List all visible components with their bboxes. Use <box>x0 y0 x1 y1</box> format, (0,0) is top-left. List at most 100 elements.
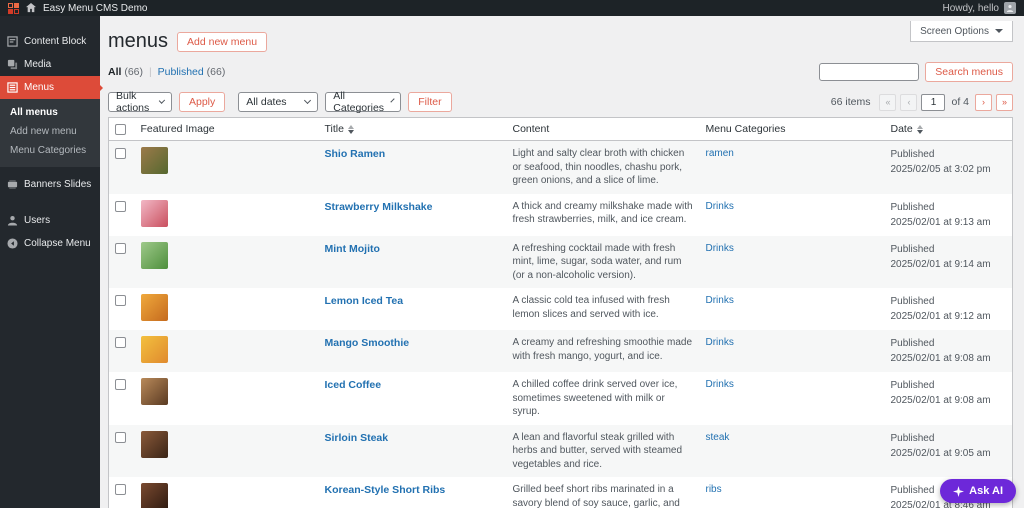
row-checkbox[interactable] <box>115 200 126 212</box>
menus-table: Featured Image Title Content Menu Catego… <box>108 117 1013 508</box>
row-checkbox[interactable] <box>115 379 126 390</box>
status-text: Published <box>890 296 935 307</box>
menu-category-link[interactable]: Drinks <box>706 243 734 254</box>
all-dates-select[interactable]: All dates <box>238 92 319 112</box>
table-row: Korean-Style Short Ribs Grilled beef sho… <box>109 477 1013 508</box>
content-block-icon <box>7 36 18 47</box>
date-text: 2025/02/01 at 9:08 am <box>890 395 991 406</box>
menu-category-link[interactable]: Drinks <box>706 337 734 348</box>
featured-image-thumb[interactable] <box>140 378 168 405</box>
pagination: 66 items « ‹ of 4 › » <box>831 93 1013 111</box>
main-content: Screen Options menus Add new menu All (6… <box>100 16 1024 508</box>
first-page-button[interactable]: « <box>879 93 897 111</box>
home-icon[interactable] <box>26 3 36 13</box>
menu-category-link[interactable]: ribs <box>706 484 722 495</box>
sidebar-item-banners-slides[interactable]: Banners Slides <box>0 173 100 196</box>
menu-title-link[interactable]: Mango Smoothie <box>325 337 410 349</box>
bulk-actions-select[interactable]: Bulk actions <box>108 90 172 114</box>
sidebar-item-label: Users <box>24 215 51 226</box>
sidebar-item-label: Collapse Menu <box>24 238 91 249</box>
menu-category-link[interactable]: Drinks <box>706 201 734 212</box>
menu-title-link[interactable]: Lemon Iced Tea <box>325 295 404 307</box>
featured-image-thumb[interactable] <box>140 483 168 508</box>
sidebar-item-menus[interactable]: Menus <box>0 76 103 99</box>
row-checkbox[interactable] <box>115 295 126 306</box>
view-published-count: (66) <box>206 66 226 78</box>
last-page-button[interactable]: » <box>996 93 1013 111</box>
menu-category-link[interactable]: steak <box>706 432 730 443</box>
featured-image-thumb[interactable] <box>140 294 168 321</box>
submenu-item-add-new-menu[interactable]: Add new menu <box>0 122 100 141</box>
site-logo-icon[interactable] <box>8 2 19 14</box>
menu-category-link[interactable]: ramen <box>706 148 734 159</box>
submenu-item-all-menus[interactable]: All menus <box>0 103 100 122</box>
menu-content-text: A chilled coffee drink served over ice, … <box>512 379 678 417</box>
screen-options-button[interactable]: Screen Options <box>910 21 1013 42</box>
sidebar-item-content-block[interactable]: Content Block <box>0 30 100 53</box>
row-checkbox[interactable] <box>115 484 126 495</box>
site-name-link[interactable]: Easy Menu CMS Demo <box>43 3 147 14</box>
view-published-link[interactable]: Published <box>158 66 204 78</box>
ask-ai-label: Ask AI <box>969 485 1003 497</box>
page-title: menus <box>108 30 169 52</box>
previous-page-button[interactable]: ‹ <box>900 93 918 111</box>
sidebar-item-label: Media <box>24 59 52 70</box>
row-checkbox[interactable] <box>115 148 126 159</box>
featured-image-thumb[interactable] <box>140 241 168 269</box>
row-checkbox[interactable] <box>115 242 126 254</box>
status-text: Published <box>890 243 935 255</box>
table-row: Lemon Iced Tea A classic cold tea infuse… <box>109 288 1013 330</box>
current-page-input[interactable] <box>921 93 946 111</box>
users-icon <box>7 215 18 226</box>
apply-button[interactable]: Apply <box>179 92 226 112</box>
admin-sidebar: Content Block Media Menus All menus Add … <box>0 16 103 508</box>
sparkle-icon <box>953 485 965 497</box>
row-checkbox[interactable] <box>115 431 126 443</box>
all-categories-label: All Categories <box>333 90 385 114</box>
select-all-checkbox[interactable] <box>115 124 126 135</box>
menu-title-link[interactable]: Shio Ramen <box>325 148 386 160</box>
menu-title-link[interactable]: Iced Coffee <box>325 379 382 391</box>
chevron-down-icon <box>304 96 312 105</box>
banners-slides-icon <box>7 179 18 190</box>
menu-title-link[interactable]: Mint Mojito <box>325 243 380 255</box>
featured-image-thumb[interactable] <box>140 199 168 227</box>
next-page-button[interactable]: › <box>975 93 992 111</box>
search-menus-button[interactable]: Search menus <box>925 62 1013 82</box>
menu-content-text: A lean and flavorful steak grilled with … <box>512 431 683 470</box>
menu-title-link[interactable]: Sirloin Steak <box>325 432 389 444</box>
date-text: 2025/02/01 at 9:14 am <box>890 258 991 270</box>
row-checkbox[interactable] <box>115 337 126 348</box>
chevron-down-icon <box>159 97 166 104</box>
filter-button[interactable]: Filter <box>408 92 452 112</box>
sidebar-item-collapse-menu[interactable]: Collapse Menu <box>0 232 100 255</box>
featured-image-thumb[interactable] <box>140 336 168 363</box>
status-text: Published <box>890 432 935 444</box>
view-all-link[interactable]: All <box>108 66 121 78</box>
column-header-content: Content <box>506 117 700 141</box>
user-avatar[interactable] <box>1004 2 1016 14</box>
search-input[interactable] <box>819 63 920 81</box>
menu-category-link[interactable]: Drinks <box>706 379 734 390</box>
howdy-text[interactable]: Howdy, hello <box>942 3 999 14</box>
ask-ai-button[interactable]: Ask AI <box>940 479 1016 503</box>
menu-title-link[interactable]: Strawberry Milkshake <box>325 201 433 213</box>
column-header-title[interactable]: Title <box>318 117 507 141</box>
featured-image-thumb[interactable] <box>140 147 168 174</box>
sidebar-item-media[interactable]: Media <box>0 53 100 76</box>
view-all-count: (66) <box>124 66 144 78</box>
column-header-date[interactable]: Date <box>884 117 1013 141</box>
featured-image-thumb[interactable] <box>140 430 168 458</box>
menu-title-link[interactable]: Korean-Style Short Ribs <box>325 484 446 496</box>
table-header-row: Featured Image Title Content Menu Catego… <box>108 117 1013 141</box>
sidebar-item-users[interactable]: Users <box>0 209 100 232</box>
divider: | <box>148 66 152 78</box>
all-categories-select[interactable]: All Categories <box>325 90 402 114</box>
bulk-actions-label: Bulk actions <box>116 90 150 114</box>
menu-content-text: A refreshing cocktail made with fresh mi… <box>512 242 682 281</box>
add-new-menu-button[interactable]: Add new menu <box>177 31 268 52</box>
table-row: Mint Mojito A refreshing cocktail made w… <box>108 235 1013 288</box>
submenu-item-menu-categories[interactable]: Menu Categories <box>0 141 100 160</box>
column-header-featured-image: Featured Image <box>134 117 319 141</box>
menu-category-link[interactable]: Drinks <box>706 295 734 306</box>
